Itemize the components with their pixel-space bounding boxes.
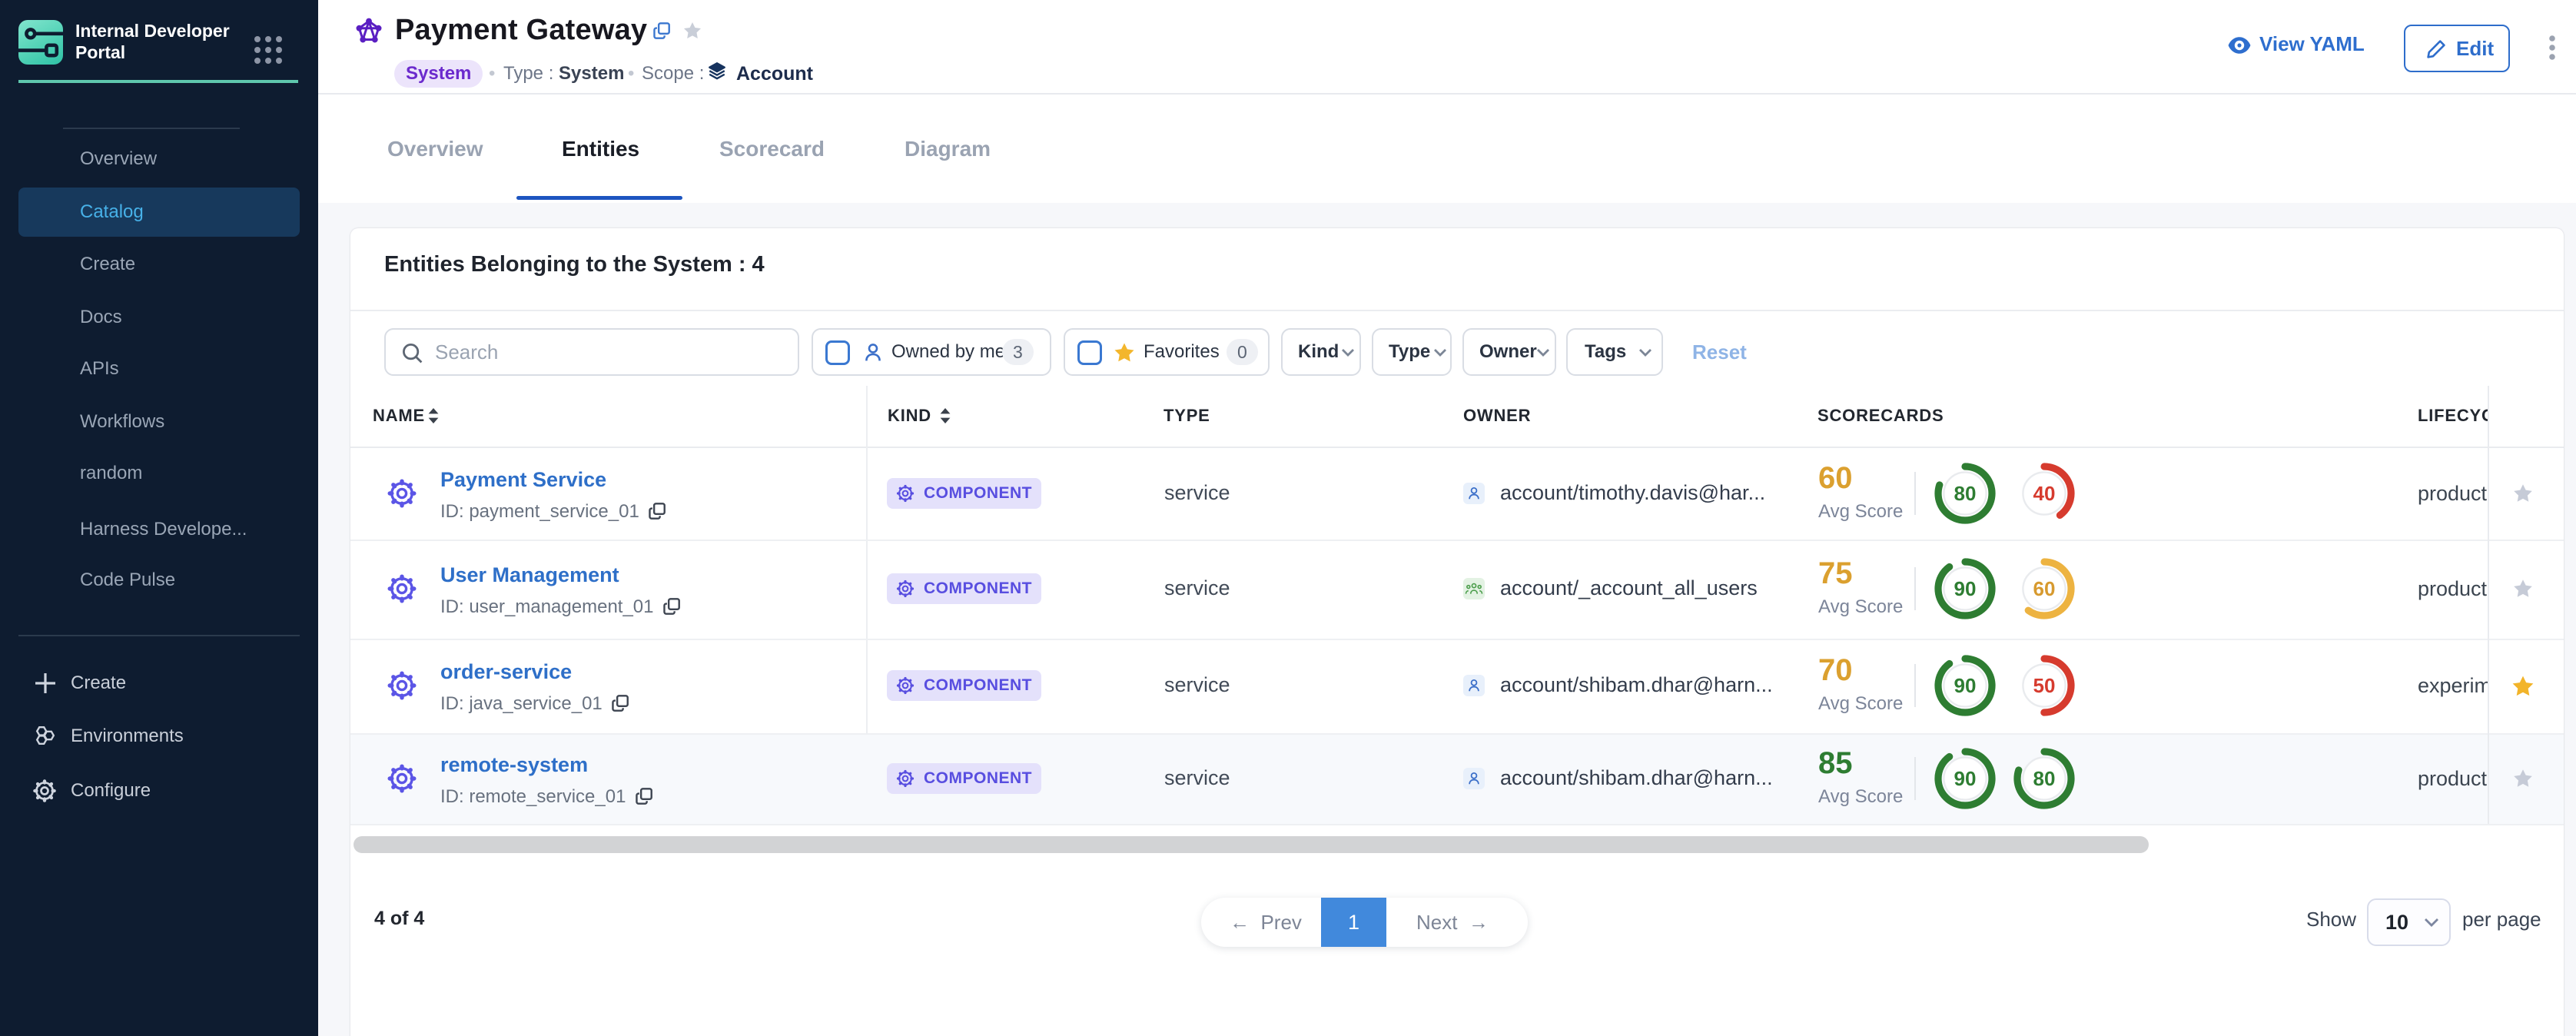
- svg-text:40: 40: [2033, 482, 2056, 505]
- svg-text:80: 80: [1954, 482, 1977, 505]
- svg-text:80: 80: [2033, 767, 2056, 790]
- svg-text:50: 50: [2033, 674, 2056, 697]
- svg-text:90: 90: [1954, 674, 1977, 697]
- svg-text:90: 90: [1954, 577, 1977, 600]
- svg-text:90: 90: [1954, 767, 1977, 790]
- svg-text:60: 60: [2033, 577, 2056, 600]
